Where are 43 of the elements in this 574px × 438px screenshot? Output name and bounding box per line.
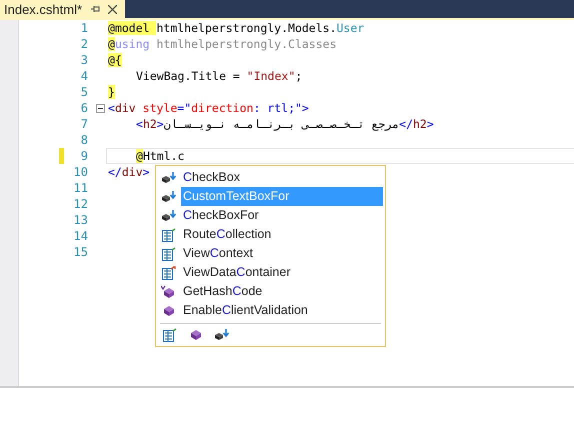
- line-number: 13: [72, 213, 88, 227]
- collapse-icon[interactable]: [96, 104, 105, 112]
- line-number: 8: [80, 133, 88, 147]
- line-number: 2: [80, 37, 88, 51]
- line-number: 4: [80, 69, 88, 83]
- code-line: @model htmlhelperstrongly.Models.User: [107, 20, 364, 36]
- code-line: @using htmlhelperstrongly.Classes: [107, 36, 336, 52]
- code-line: </div>: [107, 164, 150, 180]
- line-number: 5: [80, 85, 88, 99]
- completion-item[interactable]: RouteCollection: [156, 225, 383, 244]
- close-icon[interactable]: [108, 4, 118, 14]
- extension-method-filter-icon[interactable]: [214, 328, 230, 342]
- line-number: 11: [72, 181, 88, 195]
- property-icon: [161, 228, 177, 242]
- line-number: 9: [80, 149, 88, 163]
- completion-item[interactable]: CheckBox: [156, 168, 383, 187]
- extension-method-icon: [161, 190, 177, 204]
- line-number: 7: [80, 117, 88, 131]
- line-number: 3: [80, 53, 88, 67]
- line-number: 1: [80, 21, 88, 35]
- method-icon: [161, 284, 177, 298]
- completion-item[interactable]: ViewDataContainer: [156, 263, 383, 282]
- extension-method-icon: [161, 170, 177, 184]
- code-line: ViewBag.Title = "Index";: [135, 68, 302, 84]
- pin-icon[interactable]: [90, 4, 100, 14]
- property-filter-icon[interactable]: [162, 328, 178, 342]
- completion-item[interactable]: CheckBoxFor: [156, 206, 383, 225]
- line-number: 15: [72, 245, 88, 259]
- property-icon: [161, 246, 177, 260]
- line-number: 14: [72, 229, 88, 243]
- document-tab[interactable]: Index.cshtml*: [0, 0, 126, 18]
- code-line: @Html.c: [135, 148, 184, 164]
- completion-item[interactable]: EnableClientValidation: [156, 301, 383, 320]
- method-icon: [161, 304, 177, 318]
- property-icon: [161, 266, 177, 280]
- line-number: 10: [72, 165, 88, 179]
- completion-item[interactable]: GetHashCode: [156, 282, 383, 301]
- code-line: <div style="direction: rtl;">: [107, 100, 309, 116]
- line-number: 6: [80, 101, 88, 115]
- line-number: 12: [72, 197, 88, 211]
- extension-method-icon: [161, 208, 177, 222]
- completion-item[interactable]: ViewContext: [156, 244, 383, 263]
- method-filter-icon[interactable]: [188, 328, 204, 342]
